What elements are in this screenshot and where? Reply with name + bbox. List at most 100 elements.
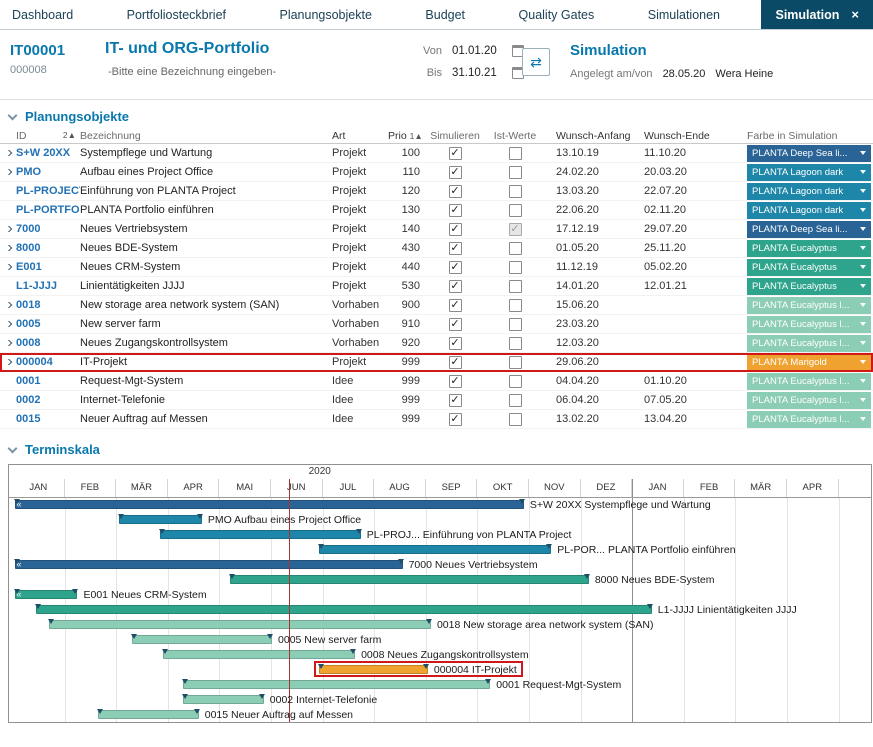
simulieren-checkbox[interactable] (449, 204, 462, 217)
gantt-bar[interactable]: « (15, 560, 403, 569)
row-id-link[interactable]: 0018 (16, 299, 40, 311)
row-id-link[interactable]: 0002 (16, 394, 40, 406)
simulieren-checkbox[interactable] (449, 337, 462, 350)
table-row[interactable]: PL-PORTFO...PLANTA Portfolio einführenPr… (0, 201, 873, 220)
col-header-wunsch-ende[interactable]: Wunsch-Ende (632, 130, 722, 142)
gantt-bar[interactable] (183, 695, 263, 704)
gantt-bar[interactable] (160, 530, 361, 539)
expand-icon[interactable] (4, 321, 12, 327)
color-dropdown[interactable]: PLANTA Eucalyptus (747, 240, 871, 257)
table-row[interactable]: 0018New storage area network system (SAN… (0, 296, 873, 315)
expand-icon[interactable] (4, 169, 12, 175)
collapse-chevron-icon[interactable] (8, 110, 18, 120)
color-dropdown[interactable]: PLANTA Eucalyptus l... (747, 411, 871, 428)
bis-date-field[interactable]: 31.10.21 (452, 67, 502, 79)
color-dropdown[interactable]: PLANTA Marigold (747, 354, 871, 371)
ist-werte-checkbox[interactable] (509, 394, 522, 407)
close-tab-icon[interactable]: × (851, 7, 859, 22)
table-row[interactable]: 0002Internet-TelefonieIdee99906.04.2007.… (0, 391, 873, 410)
gantt-bar[interactable] (183, 680, 490, 689)
row-id-link[interactable]: E001 (16, 261, 42, 273)
col-header-bezeichnung[interactable]: Bezeichnung (80, 130, 332, 142)
ist-werte-checkbox[interactable] (509, 356, 522, 369)
ist-werte-checkbox[interactable] (509, 413, 522, 426)
ist-werte-checkbox[interactable] (509, 318, 522, 331)
row-id-link[interactable]: 0001 (16, 375, 40, 387)
row-id-link[interactable]: PL-PROJECT (16, 185, 80, 197)
planungsobjekte-section-header[interactable]: Planungsobjekte (0, 100, 873, 129)
ist-werte-checkbox[interactable] (509, 223, 522, 236)
expand-icon[interactable] (4, 359, 12, 365)
gantt-bar[interactable]: « (15, 500, 524, 509)
col-header-id[interactable]: ID2▲ (16, 130, 80, 142)
table-row[interactable]: L1-JJJJLinientätigkeiten JJJJProjekt5301… (0, 277, 873, 296)
gantt-bar[interactable] (132, 635, 272, 644)
simulieren-checkbox[interactable] (449, 261, 462, 274)
tab-quality-gates[interactable]: Quality Gates (507, 0, 607, 29)
tab-planungsobjekte[interactable]: Planungsobjekte (267, 0, 383, 29)
tab-portfoliosteckbrief[interactable]: Portfoliosteckbrief (115, 0, 238, 29)
color-dropdown[interactable]: PLANTA Eucalyptus l... (747, 297, 871, 314)
col-header-art[interactable]: Art (332, 130, 388, 142)
color-dropdown[interactable]: PLANTA Lagoon dark (747, 183, 871, 200)
simulieren-checkbox[interactable] (449, 299, 462, 312)
table-row[interactable]: 0008Neues ZugangskontrollsystemVorhaben9… (0, 334, 873, 353)
col-header-simulieren[interactable]: Simulieren (424, 130, 486, 142)
collapse-chevron-icon[interactable] (8, 443, 18, 453)
ist-werte-checkbox[interactable] (509, 204, 522, 217)
table-row[interactable]: E001Neues CRM-SystemProjekt44011.12.1905… (0, 258, 873, 277)
ist-werte-checkbox[interactable] (509, 375, 522, 388)
table-row[interactable]: 8000Neues BDE-SystemProjekt43001.05.2025… (0, 239, 873, 258)
row-id-link[interactable]: 0008 (16, 337, 40, 349)
simulieren-checkbox[interactable] (449, 185, 462, 198)
table-row[interactable]: PMOAufbau eines Project OfficeProjekt110… (0, 163, 873, 182)
tab-budget[interactable]: Budget (413, 0, 477, 29)
tab-dashboard[interactable]: Dashboard (0, 0, 85, 29)
tab-simulationen[interactable]: Simulationen (636, 0, 732, 29)
row-id-link[interactable]: 8000 (16, 242, 40, 254)
row-id-link[interactable]: 7000 (16, 223, 40, 235)
color-dropdown[interactable]: PLANTA Lagoon dark (747, 164, 871, 181)
refresh-icon[interactable]: ⇄ (522, 48, 550, 76)
simulieren-checkbox[interactable] (449, 356, 462, 369)
row-id-link[interactable]: L1-JJJJ (16, 280, 57, 292)
gantt-bar[interactable] (319, 545, 551, 554)
expand-icon[interactable] (4, 226, 12, 232)
simulieren-checkbox[interactable] (449, 280, 462, 293)
gantt-bar[interactable]: « (15, 590, 78, 599)
table-row[interactable]: 0015Neuer Auftrag auf MessenIdee99913.02… (0, 410, 873, 429)
color-dropdown[interactable]: PLANTA Eucalyptus (747, 278, 871, 295)
table-row[interactable]: 000004IT-ProjektProjekt99929.06.20PLANTA… (0, 353, 873, 372)
row-id-link[interactable]: S+W 20XX (16, 147, 70, 159)
col-header-wunsch-anfang[interactable]: Wunsch-Anfang (544, 130, 632, 142)
ist-werte-checkbox[interactable] (509, 261, 522, 274)
col-header-farbe[interactable]: Farbe in Simulation (747, 130, 873, 142)
color-dropdown[interactable]: PLANTA Eucalyptus (747, 259, 871, 276)
simulieren-checkbox[interactable] (449, 242, 462, 255)
gantt-bar[interactable] (163, 650, 355, 659)
simulieren-checkbox[interactable] (449, 413, 462, 426)
color-dropdown[interactable]: PLANTA Eucalyptus l... (747, 392, 871, 409)
expand-icon[interactable] (4, 302, 12, 308)
simulieren-checkbox[interactable] (449, 318, 462, 331)
ist-werte-checkbox[interactable] (509, 166, 522, 179)
von-date-field[interactable]: 01.01.20 (452, 45, 502, 57)
simulieren-checkbox[interactable] (449, 394, 462, 407)
color-dropdown[interactable]: PLANTA Deep Sea li... (747, 145, 871, 162)
simulieren-checkbox[interactable] (449, 375, 462, 388)
col-header-ist-werte[interactable]: Ist-Werte (486, 130, 544, 142)
tab-simulation-active[interactable]: Simulation× (761, 0, 873, 29)
portfolio-subtitle[interactable]: -Bitte eine Bezeichnung eingeben- (108, 66, 276, 78)
row-id-link[interactable]: 000004 (16, 356, 53, 368)
expand-icon[interactable] (4, 340, 12, 346)
simulieren-checkbox[interactable] (449, 223, 462, 236)
table-row[interactable]: 7000Neues VertriebsystemProjekt14017.12.… (0, 220, 873, 239)
terminskala-section-header[interactable]: Terminskala (0, 429, 873, 462)
row-id-link[interactable]: PMO (16, 166, 41, 178)
expand-icon[interactable] (4, 245, 12, 251)
color-dropdown[interactable]: PLANTA Deep Sea li... (747, 221, 871, 238)
color-dropdown[interactable]: PLANTA Eucalyptus l... (747, 316, 871, 333)
expand-icon[interactable] (4, 264, 12, 270)
gantt-bar[interactable] (230, 575, 589, 584)
ist-werte-checkbox[interactable] (509, 147, 522, 160)
